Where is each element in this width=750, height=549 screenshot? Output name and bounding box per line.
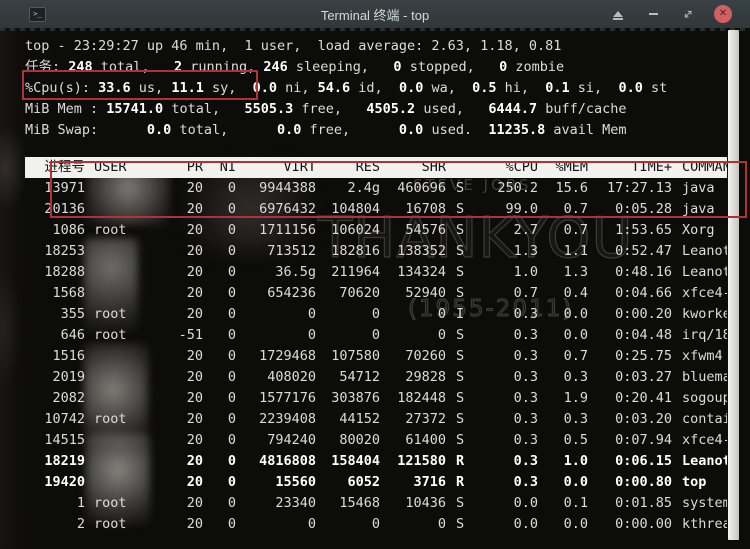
summary-line: 任务: 248 total, 2 running, 246 sleeping, … bbox=[25, 57, 727, 78]
process-row: 1root200233401546810436S0.00.10:01.85sys… bbox=[25, 493, 727, 514]
process-table: 进程号USERPRNIVIRTRESSHR%CPU%MEMTIME+COMMAN… bbox=[25, 157, 727, 535]
process-row: 182192004816808158404121580R0.31.00:06.1… bbox=[25, 451, 727, 472]
process-row: 10742root20022394084415227372S0.30.30:03… bbox=[25, 409, 727, 430]
shade-button[interactable] bbox=[609, 5, 627, 23]
resize-button[interactable]: ↔ bbox=[679, 5, 697, 23]
resize-icon: ↔ bbox=[679, 5, 696, 22]
shade-icon bbox=[613, 11, 623, 17]
process-row: 646root-510000S0.30.00:04.48irq/184+ bbox=[25, 325, 727, 346]
process-row: 145152007942408002061400S0.30.50:07.94xf… bbox=[25, 430, 727, 451]
process-row: 20136200697643210480416708S99.00.70:05.2… bbox=[25, 199, 727, 220]
close-button[interactable]: ✕ bbox=[714, 5, 732, 23]
minimize-button[interactable] bbox=[644, 5, 662, 23]
close-icon: ✕ bbox=[714, 5, 732, 23]
window-controls: ↔ ✕ bbox=[609, 0, 732, 28]
process-row: 1397120099443882.4g460696S250.215.617:27… bbox=[25, 178, 727, 199]
top-output: top - 23:29:27 up 46 min, 1 user, load a… bbox=[0, 28, 727, 535]
minimize-icon bbox=[649, 13, 658, 15]
process-row: 355root200000I0.30.00:00.20kworker+ bbox=[25, 304, 727, 325]
process-row: 1516200172946810758070260S0.30.70:25.75x… bbox=[25, 346, 727, 367]
process-row: 2root200000S0.00.00:00.00kthreadd bbox=[25, 514, 727, 535]
screen: >_ Terminal 终端 - top ↔ ✕ STEVE JOBS THAN… bbox=[0, 0, 750, 549]
terminal-body[interactable]: STEVE JOBS THANKYOU (1955-2011) top - 23… bbox=[0, 28, 750, 549]
process-row: 1086root200171115610602454576S2.70.71:53… bbox=[25, 220, 727, 241]
process-row: 15682006542367062052940S0.70.40:04.66xfc… bbox=[25, 283, 727, 304]
blank-line bbox=[25, 141, 727, 157]
summary-line: MiB Mem : 15741.0 total, 5505.3 free, 45… bbox=[25, 99, 727, 120]
summary-line: %Cpu(s): 33.6 us, 11.1 sy, 0.0 ni, 54.6 … bbox=[25, 78, 727, 99]
scrollbar[interactable] bbox=[728, 30, 739, 540]
process-row: 1828820036.5g211964134324S1.01.30:48.16L… bbox=[25, 262, 727, 283]
summary-line: MiB Swap: 0.0 total, 0.0 free, 0.0 used.… bbox=[25, 120, 727, 141]
titlebar[interactable]: >_ Terminal 终端 - top ↔ ✕ bbox=[0, 0, 750, 28]
process-row: 20192004080205471229828S0.30.30:03.27blu… bbox=[25, 367, 727, 388]
process-row: 20822001577176303876182448S0.31.90:20.41… bbox=[25, 388, 727, 409]
process-table-header: 进程号USERPRNIVIRTRESSHR%CPU%MEMTIME+COMMAN… bbox=[25, 157, 727, 178]
summary-line: top - 23:29:27 up 46 min, 1 user, load a… bbox=[25, 36, 727, 57]
top-summary: top - 23:29:27 up 46 min, 1 user, load a… bbox=[25, 36, 727, 141]
process-row: 18253200713512182816138352S1.31.10:52.47… bbox=[25, 241, 727, 262]
process-row: 194202001556060523716R0.30.00:00.80top bbox=[25, 472, 727, 493]
shade-icon-bar bbox=[613, 18, 623, 20]
